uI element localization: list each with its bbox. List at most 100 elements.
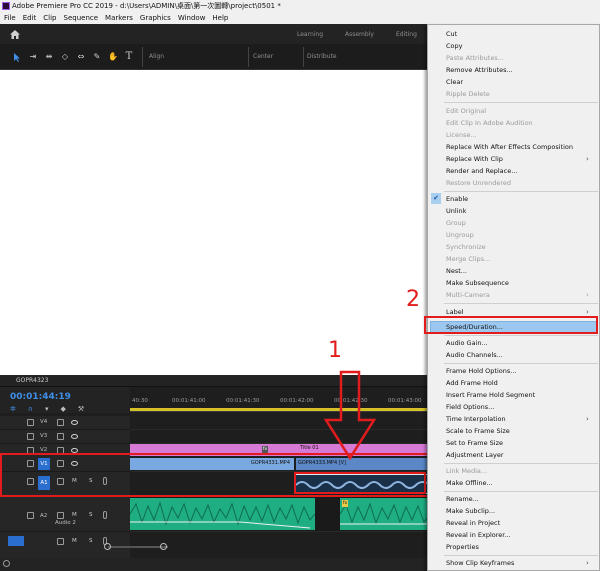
playhead-timecode[interactable]: 00:01:44:19 [10, 392, 71, 402]
zoom-handle-left[interactable] [104, 543, 111, 550]
menu-item-paste-attributes[interactable]: Paste Attributes... [446, 52, 504, 64]
menu-item-insert-frame-hold-segment[interactable]: Insert Frame Hold Segment [446, 389, 535, 401]
menu-item-edit-original[interactable]: Edit Original [446, 105, 486, 117]
workspace-tab-learning[interactable]: Learning [297, 31, 323, 38]
track-area-a2[interactable]: fx [129, 496, 431, 532]
menu-item-multi-camera[interactable]: Multi-Camera [446, 289, 490, 301]
add-marker-icon[interactable]: ▾ [45, 405, 49, 413]
home-icon[interactable] [10, 30, 20, 39]
menu-item-edit-in-audition[interactable]: Edit Clip In Adobe Audition [446, 117, 533, 129]
menu-item-scale-to-frame-size[interactable]: Scale to Frame Size [446, 425, 510, 437]
ruler-tick: 00:01:42:00 [280, 398, 314, 404]
menu-item-audio-channels[interactable]: Audio Channels... [446, 349, 503, 361]
track-target-master[interactable] [8, 536, 24, 546]
menu-separator [444, 102, 598, 103]
sync-lock-icon[interactable] [57, 512, 64, 519]
menu-item-frame-hold-options[interactable]: Frame Hold Options... [446, 365, 516, 377]
microphone-icon[interactable] [103, 511, 107, 519]
menu-item-enable[interactable]: Enable [446, 193, 468, 205]
menu-item-field-options[interactable]: Field Options... [446, 401, 494, 413]
menu-item-show-clip-keyframes[interactable]: Show Clip Keyframes [446, 557, 514, 569]
submenu-arrow-icon: › [586, 291, 589, 299]
menu-item-rename[interactable]: Rename... [446, 493, 479, 505]
menu-item-unlink[interactable]: Unlink [446, 205, 466, 217]
menu-edit[interactable]: Edit [23, 12, 37, 24]
menu-item-adjustment-layer[interactable]: Adjustment Layer [446, 449, 504, 461]
program-canvas [0, 70, 430, 375]
menu-graphics[interactable]: Graphics [140, 12, 171, 24]
menu-item-reveal-in-explorer[interactable]: Reveal in Explorer... [446, 529, 511, 541]
menu-item-audio-gain[interactable]: Audio Gain... [446, 337, 488, 349]
track-area-v3[interactable] [130, 430, 430, 444]
menu-item-remove-attributes[interactable]: Remove Attributes... [446, 64, 513, 76]
menu-item-set-to-frame-size[interactable]: Set to Frame Size [446, 437, 503, 449]
sequence-tab[interactable]: GOPR4323 [16, 377, 48, 384]
menu-item-make-offline[interactable]: Make Offline... [446, 477, 493, 489]
sync-lock-icon[interactable] [57, 538, 64, 545]
solo-button[interactable]: S [89, 512, 93, 518]
eye-icon[interactable] [71, 434, 78, 439]
audio-clip-a2-right[interactable] [339, 498, 431, 530]
menu-item-synchronize[interactable]: Synchronize [446, 241, 486, 253]
menu-help[interactable]: Help [212, 12, 228, 24]
razor-tool-icon[interactable]: ◇ [60, 52, 70, 62]
menu-item-replace-with-clip[interactable]: Replace With Clip [446, 153, 503, 165]
menu-item-properties[interactable]: Properties [446, 541, 479, 553]
menu-item-restore-unrendered[interactable]: Restore Unrendered [446, 177, 511, 189]
lock-icon[interactable] [27, 512, 34, 519]
menu-item-clear[interactable]: Clear [446, 76, 463, 88]
linked-selection-icon[interactable]: ∩ [28, 405, 33, 413]
menu-item-license[interactable]: License... [446, 129, 477, 141]
audio-clip-a2-left[interactable] [129, 498, 316, 530]
menu-item-time-interpolation[interactable]: Time Interpolation [446, 413, 506, 425]
ripple-edit-tool-icon[interactable]: ⇹ [44, 52, 54, 62]
track-select-tool-icon[interactable]: ⇥ [28, 52, 38, 62]
menu-item-link-media[interactable]: Link Media... [446, 465, 487, 477]
type-tool-icon[interactable]: T [124, 52, 134, 62]
menu-item-replace-with-ae[interactable]: Replace With After Effects Composition [446, 141, 573, 153]
menu-item-copy[interactable]: Copy [446, 40, 463, 52]
mute-button[interactable]: M [72, 538, 77, 544]
menu-item-reveal-in-project[interactable]: Reveal in Project [446, 517, 500, 529]
marker-icon[interactable]: ◆ [61, 405, 66, 413]
menu-markers[interactable]: Markers [105, 12, 133, 24]
snap-icon[interactable]: ✲ [10, 405, 16, 413]
menu-window[interactable]: Window [178, 12, 206, 24]
menu-item-ripple-delete[interactable]: Ripple Delete [446, 88, 490, 100]
slip-tool-icon[interactable]: ⇔ [76, 52, 86, 62]
wrench-icon[interactable]: ⚒ [78, 405, 84, 413]
eye-icon[interactable] [71, 420, 78, 425]
solo-button[interactable]: S [89, 538, 93, 544]
zoom-handle-right[interactable] [160, 543, 167, 550]
menu-item-make-subclip[interactable]: Make Subclip... [446, 505, 495, 517]
track-area-v4[interactable] [130, 416, 430, 430]
selection-tool-icon[interactable] [12, 52, 22, 62]
menu-item-merge-clips[interactable]: Merge Clips... [446, 253, 490, 265]
menu-sequence[interactable]: Sequence [64, 12, 99, 24]
menu-item-make-subsequence[interactable]: Make Subsequence [446, 277, 509, 289]
lock-icon[interactable] [27, 419, 34, 426]
menu-clip[interactable]: Clip [43, 12, 56, 24]
work-area-bar[interactable] [130, 408, 430, 411]
workspace-tab-assembly[interactable]: Assembly [345, 31, 374, 38]
menu-item-render-and-replace[interactable]: Render and Replace... [446, 165, 517, 177]
title-clip-label[interactable]: Title 01 [300, 445, 319, 451]
menu-item-cut[interactable]: Cut [446, 28, 457, 40]
lock-icon[interactable] [27, 433, 34, 440]
menu-item-nest[interactable]: Nest... [446, 265, 467, 277]
sync-lock-icon[interactable] [57, 419, 64, 426]
pen-tool-icon[interactable]: ✎ [92, 52, 102, 62]
horizontal-zoom-scroll[interactable] [108, 546, 168, 548]
time-ruler[interactable]: 40:30 00:01:41:00 00:01:41:30 00:01:42:0… [130, 388, 430, 412]
track-header-v4: V4 [0, 416, 130, 430]
annotation-box-speed-duration [424, 316, 598, 334]
menu-item-add-frame-hold[interactable]: Add Frame Hold [446, 377, 498, 389]
menu-item-group[interactable]: Group [446, 217, 466, 229]
track-name-audio-2: Audio 2 [55, 520, 76, 526]
mute-button[interactable]: M [72, 512, 77, 518]
hand-tool-icon[interactable]: ✋ [108, 52, 118, 62]
workspace-tab-editing[interactable]: Editing [396, 31, 417, 38]
sync-lock-icon[interactable] [57, 433, 64, 440]
menu-item-ungroup[interactable]: Ungroup [446, 229, 474, 241]
menu-file[interactable]: File [4, 12, 16, 24]
